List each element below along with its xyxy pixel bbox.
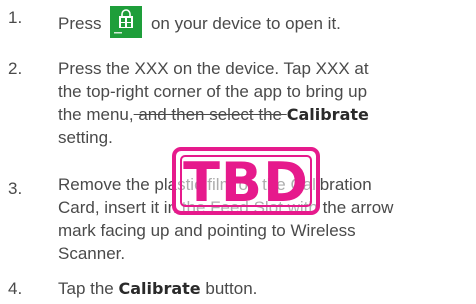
step-3-line-4: Scanner. (58, 244, 126, 263)
step-2-line-3-a: the menu, (58, 105, 134, 124)
step-1-text-after: on your device to open it. (150, 14, 341, 33)
step-2-line-3: the menu, and then select the Calibrate (58, 103, 476, 126)
step-3-line-3: mark facing up and pointing to Wireless (58, 221, 356, 240)
step-2-line-3-strike: and then select the (133, 105, 287, 124)
tbd-stamp-text: TBD (183, 151, 309, 214)
tbd-stamp: TBD (172, 147, 320, 215)
store-bag-icon (114, 9, 134, 34)
instruction-page: 1. Press on your device to open it. 2. P… (0, 0, 476, 304)
step-2-line-4: setting. (58, 128, 113, 147)
step-4-text-before: Tap the (58, 279, 119, 298)
step-1-text-before: Press (58, 14, 102, 33)
step-4-text-after: button. (200, 279, 258, 298)
step-2-line-1: Press the XXX on the device. Tap XXX at (58, 59, 369, 78)
step-4-calibrate-bold: Calibrate (118, 279, 201, 298)
step-2-calibrate-bold: Calibrate (286, 105, 369, 124)
step-1-text: Press on your device to open it. (58, 6, 476, 38)
step-2-line-2: the top-right corner of the app to bring… (58, 82, 368, 101)
step-4-number: 4. (8, 279, 23, 298)
step-4-text: Tap the Calibrate button. (58, 277, 476, 300)
step-1-number: 1. (8, 8, 23, 27)
step-3-number: 3. (8, 179, 23, 198)
store-app-icon (110, 6, 143, 38)
step-2-number: 2. (8, 59, 23, 78)
